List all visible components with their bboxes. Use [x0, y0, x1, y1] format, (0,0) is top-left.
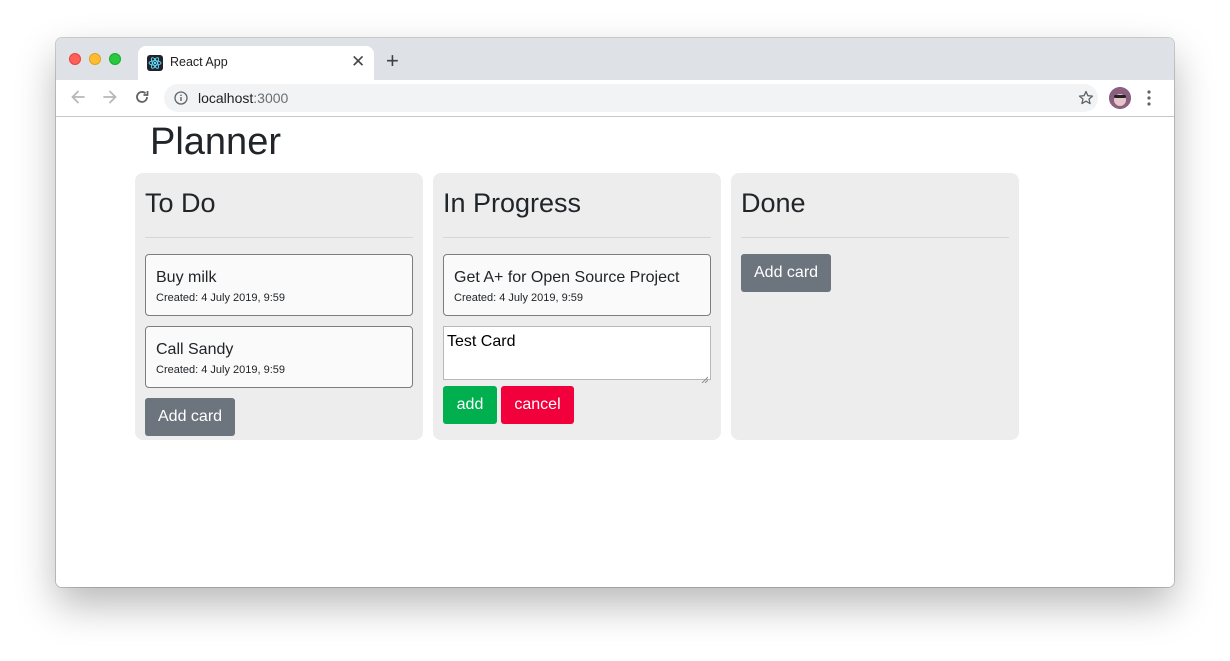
card-title: Get A+ for Open Source Project	[454, 269, 680, 286]
resize-handle-icon[interactable]	[701, 370, 709, 384]
browser-toolbar: localhost:3000	[56, 80, 1174, 117]
card-created-date: Created: 4 July 2019, 9:59	[156, 292, 286, 304]
page-title: Planner	[150, 121, 281, 163]
card-title: Call Sandy	[156, 341, 234, 358]
column-title: Done	[741, 188, 806, 218]
tab-strip: React App ✕ +	[56, 38, 1174, 80]
column-in-progress: In Progress Get A+ for Open Source Proje…	[433, 173, 721, 440]
browser-tab-active[interactable]: React App ✕	[138, 46, 374, 80]
new-card-actions: add cancel	[443, 386, 711, 424]
add-button[interactable]: add	[443, 386, 497, 424]
column-divider	[443, 237, 711, 238]
card-created-date: Created: 4 July 2019, 9:59	[156, 364, 286, 376]
new-card-textarea[interactable]: Test Card	[443, 326, 711, 384]
tab-title: React App	[170, 55, 228, 69]
maximize-window-button[interactable]	[109, 53, 121, 65]
star-icon[interactable]	[1078, 90, 1094, 111]
info-icon[interactable]	[174, 91, 188, 110]
plus-icon[interactable]: +	[386, 50, 399, 72]
column-done: Done Add card	[731, 173, 1019, 440]
forward-arrow-icon[interactable]	[100, 87, 120, 112]
card-created-date: Created: 4 July 2019, 9:59	[454, 292, 584, 304]
column-title: In Progress	[443, 188, 582, 218]
react-logo-icon	[147, 55, 163, 71]
avatar[interactable]	[1109, 87, 1131, 109]
card[interactable]: Buy milk Created: 4 July 2019, 9:59	[145, 254, 413, 316]
column-title: To Do	[145, 188, 216, 218]
column-divider	[741, 237, 1009, 238]
kebab-menu-icon[interactable]	[1146, 89, 1152, 112]
minimize-window-button[interactable]	[89, 53, 101, 65]
address-bar[interactable]: localhost:3000	[164, 84, 1098, 112]
new-card-text: Test Card	[447, 333, 516, 350]
browser-window: React App ✕ + localhost:3000 Planner To …	[56, 38, 1174, 587]
card-title: Buy milk	[156, 269, 217, 286]
close-window-button[interactable]	[69, 53, 81, 65]
reload-icon[interactable]	[132, 87, 152, 112]
add-card-button[interactable]: Add card	[145, 398, 236, 436]
cancel-button[interactable]: cancel	[501, 386, 574, 424]
card[interactable]: Call Sandy Created: 4 July 2019, 9:59	[145, 326, 413, 388]
card[interactable]: Get A+ for Open Source Project Created: …	[443, 254, 711, 316]
close-icon[interactable]: ✕	[351, 52, 365, 72]
url-text: localhost:3000	[198, 90, 289, 106]
column-divider	[145, 237, 413, 238]
page-content: Planner To Do Buy milk Created: 4 July 2…	[56, 117, 1174, 587]
add-card-button[interactable]: Add card	[741, 254, 832, 292]
back-arrow-icon[interactable]	[68, 87, 88, 112]
column-todo: To Do Buy milk Created: 4 July 2019, 9:5…	[135, 173, 423, 440]
